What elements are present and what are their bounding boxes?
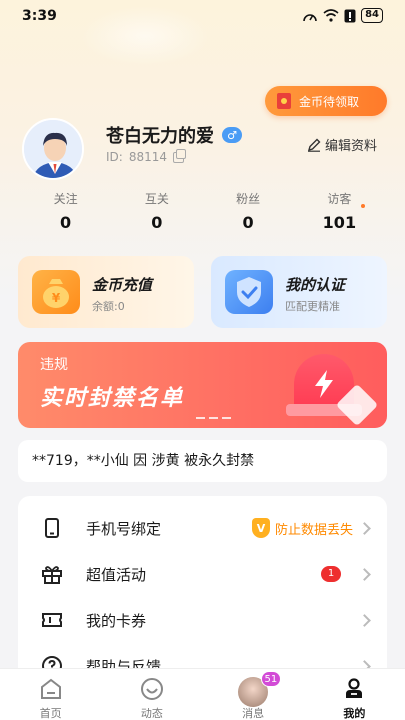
stat-value: 0	[60, 213, 72, 232]
menu-item-label: 超值活动	[86, 565, 147, 584]
username: 苍白无力的爱 ♂	[106, 122, 242, 148]
username-text: 苍白无力的爱	[106, 126, 214, 147]
pencil-icon	[307, 138, 321, 152]
coin-recharge-title: 金币充值	[92, 276, 153, 294]
stat-value: 0	[242, 213, 254, 232]
stat-visitors[interactable]: 访客 101	[294, 190, 385, 234]
tab-messages[interactable]: 51 消息	[203, 669, 304, 720]
coin-balance: 余额:0	[92, 300, 125, 313]
stat-fans[interactable]: 粉丝 0	[203, 190, 294, 234]
banner-dashes	[196, 417, 231, 419]
stat-label: 粉丝	[236, 192, 261, 206]
ticket-icon	[42, 613, 62, 627]
tab-me[interactable]: 我的	[304, 669, 405, 720]
new-visitor-dot	[361, 204, 365, 208]
speed-icon	[303, 13, 317, 21]
money-bag-icon: ¥	[32, 270, 80, 314]
ban-banner-tag: 违规	[40, 357, 68, 373]
status-time: 3:39	[22, 8, 57, 24]
ban-banner-title: 实时封禁名单	[40, 386, 185, 411]
coin-pending-label: 金币待领取	[299, 94, 360, 109]
v-shield-icon: V	[251, 518, 270, 538]
male-gender-icon: ♂	[222, 127, 242, 143]
chevron-right-icon	[358, 521, 371, 535]
coin-recharge-card[interactable]: ¥ 金币充值 余额:0	[18, 256, 194, 328]
my-verification-title: 我的认证	[285, 276, 346, 294]
chevron-right-icon	[358, 613, 371, 627]
wifi-icon	[323, 9, 339, 22]
edit-profile-label: 编辑资料	[324, 139, 377, 154]
menu-item-label: 我的卡券	[86, 611, 147, 630]
stat-following[interactable]: 关注 0	[20, 190, 111, 234]
settings-menu: 手机号绑定 V 防止数据丢失 超值活动 1 我的卡券 帮助与反馈	[18, 496, 387, 686]
tab-moments[interactable]: 动态	[101, 669, 202, 720]
user-id-label: ID:	[106, 150, 123, 164]
edit-profile-button[interactable]: 编辑资料	[307, 135, 377, 154]
verification-subtitle: 匹配更精准	[285, 300, 340, 313]
bottom-tab-bar: 首页 动态 51 消息 我的	[0, 668, 405, 720]
svg-text:¥: ¥	[52, 291, 61, 305]
menu-item-coupons[interactable]: 我的卡券	[18, 597, 387, 643]
stat-value: 0	[151, 213, 163, 232]
status-bar: 3:39 84	[0, 0, 405, 32]
user-id-value: 88114	[128, 150, 168, 164]
data-protection-hint: V 防止数据丢失	[251, 518, 353, 538]
my-verification-card[interactable]: 我的认证 匹配更精准	[211, 256, 387, 328]
home-icon	[40, 678, 61, 699]
tab-label: 我的	[343, 707, 366, 720]
promotions-count-badge: 1	[321, 566, 341, 582]
chevron-right-icon	[358, 567, 371, 581]
smile-icon	[140, 678, 163, 700]
tab-label: 动态	[140, 707, 163, 720]
gift-icon	[42, 566, 62, 584]
shield-check-icon	[225, 270, 273, 314]
menu-item-promotions[interactable]: 超值活动 1	[18, 551, 387, 597]
stat-value: 101	[322, 213, 357, 232]
red-envelope-icon	[277, 93, 291, 109]
stat-label: 关注	[53, 192, 78, 206]
copy-icon[interactable]	[173, 148, 187, 163]
user-id: ID: 88114	[106, 148, 187, 164]
alert-icon	[344, 9, 356, 22]
menu-item-phone-binding[interactable]: 手机号绑定 V 防止数据丢失	[18, 505, 387, 551]
phone-icon	[45, 518, 59, 538]
unread-messages-badge: 51	[260, 671, 282, 687]
person-icon	[346, 678, 363, 698]
avatar[interactable]	[22, 118, 84, 180]
alarm-light-icon	[286, 350, 379, 427]
tab-label: 消息	[242, 707, 265, 720]
stat-label: 访客	[327, 192, 352, 206]
status-icons: 84	[302, 8, 383, 23]
menu-item-label: 手机号绑定	[86, 519, 162, 538]
tab-home[interactable]: 首页	[0, 669, 101, 720]
stat-mutual[interactable]: 互关 0	[111, 190, 202, 234]
tab-label: 首页	[39, 707, 62, 720]
ban-ticker-text: **719，**小仙 因 涉黄 被永久封禁	[32, 453, 255, 469]
coin-pending-button[interactable]: 金币待领取	[265, 86, 387, 116]
stat-label: 互关	[144, 192, 169, 206]
ban-ticker: **719，**小仙 因 涉黄 被永久封禁	[18, 440, 387, 482]
stats-row: 关注 0 互关 0 粉丝 0 访客 101	[20, 190, 385, 234]
data-protection-text: 防止数据丢失	[274, 522, 353, 538]
ban-list-banner[interactable]: 违规 实时封禁名单	[18, 342, 387, 428]
battery-indicator: 84	[361, 8, 383, 23]
